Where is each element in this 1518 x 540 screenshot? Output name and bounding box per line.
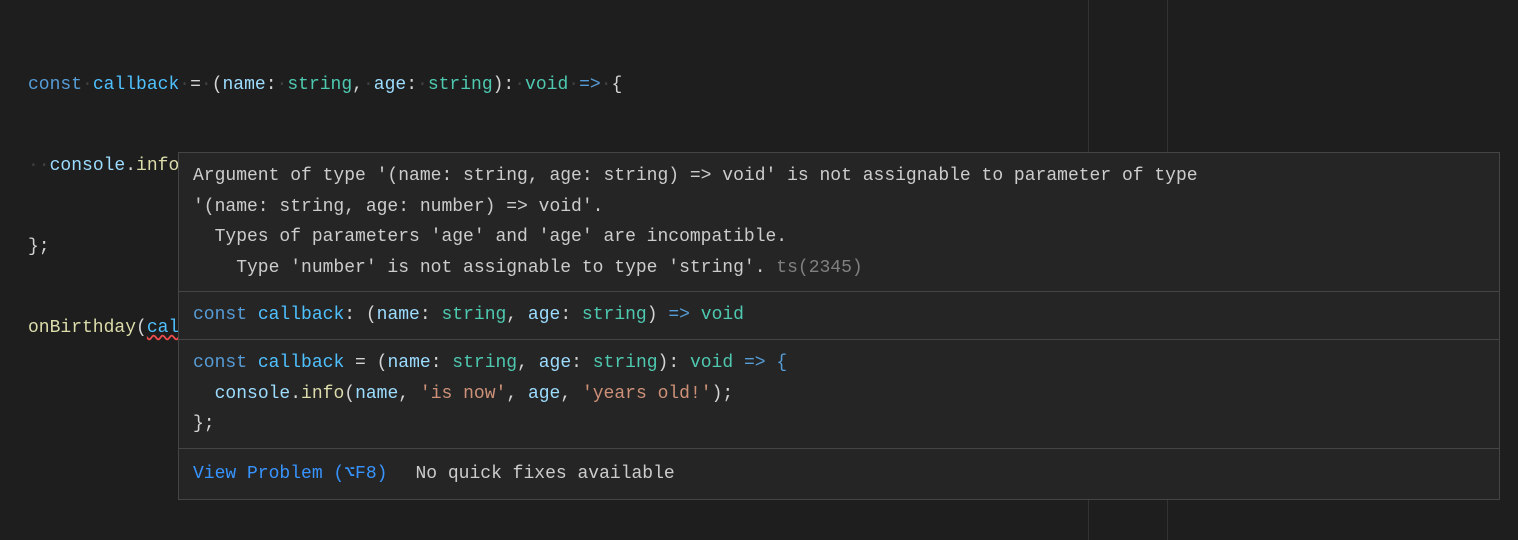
punctuation: }; [193,414,215,434]
parameter: name [377,305,420,325]
method: info [301,384,344,404]
type: void [701,305,744,325]
error-text: Argument of type '(name: string, age: st… [193,166,1208,186]
code-line: const·callback·=·(name:·string,·age:·str… [28,72,1518,99]
view-problem-link[interactable]: View Problem (⌥F8) [193,459,387,490]
type: string [287,75,352,95]
error-code: ts(2345) [766,258,863,278]
punctuation: , [517,353,539,373]
keyword: const [193,353,247,373]
variable: callback [258,305,344,325]
punctuation: . [125,156,136,176]
variable: callback [93,75,179,95]
string-literal: 'years old!' [582,384,712,404]
punctuation: : [560,305,582,325]
keyword: const [193,305,247,325]
error-text: '(name: string, age: number) => void'. [193,197,603,217]
definition-preview: const callback = (name: string, age: str… [179,340,1499,449]
type: string [428,75,493,95]
error-message: Argument of type '(name: string, age: st… [179,153,1499,292]
error-text: Types of parameters 'age' and 'age' are … [193,227,787,247]
parameter: age [374,75,406,95]
argument: name [355,384,398,404]
function-call: onBirthday [28,318,136,338]
punctuation: = ( [344,353,387,373]
method: info [136,156,179,176]
no-quick-fixes-label: No quick fixes available [415,459,674,490]
type: string [441,305,506,325]
punctuation: , [560,384,582,404]
punctuation: ) [647,305,669,325]
punctuation: ): [658,353,690,373]
indent [193,384,215,404]
hover-tooltip[interactable]: Argument of type '(name: string, age: st… [178,152,1500,500]
punctuation: ( [136,318,147,338]
argument: age [528,384,560,404]
arrow: => [668,305,690,325]
punctuation: : [420,305,442,325]
string-literal: 'is now' [420,384,506,404]
punctuation: : [571,353,593,373]
type: string [593,353,658,373]
type: void [690,353,733,373]
punctuation: }; [28,237,50,257]
punctuation: : ( [344,305,376,325]
type-signature: const callback: (name: string, age: stri… [179,292,1499,340]
object: console [50,156,126,176]
type: void [525,75,568,95]
punctuation: , [506,305,528,325]
space [247,353,258,373]
error-text: Type 'number' is not assignable to type … [193,258,766,278]
parameter: name [223,75,266,95]
parameter: age [539,353,571,373]
type: string [582,305,647,325]
object: console [215,384,291,404]
space [690,305,701,325]
space [247,305,258,325]
punctuation: . [290,384,301,404]
punctuation: : [431,353,453,373]
hover-footer: View Problem (⌥F8) No quick fixes availa… [179,449,1499,500]
punctuation: ); [712,384,734,404]
variable: callback [258,353,344,373]
parameter: age [528,305,560,325]
parameter: name [387,353,430,373]
type: string [452,353,517,373]
punctuation: , [398,384,420,404]
punctuation: , [506,384,528,404]
keyword: const [28,75,82,95]
punctuation: ( [344,384,355,404]
arrow: => { [733,353,787,373]
